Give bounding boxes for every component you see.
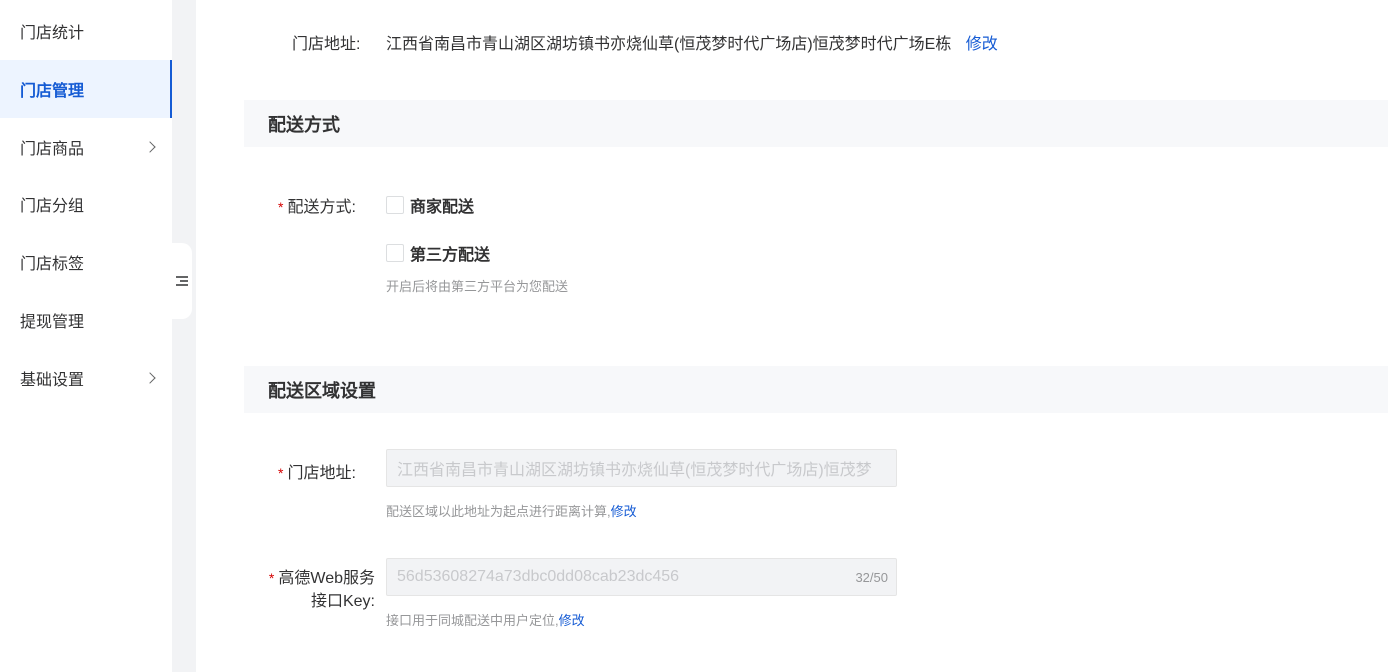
checkbox-label: 商家配送 [410, 199, 475, 216]
amap-key-label-line1: 高德Web服务 [278, 570, 375, 587]
required-marker: * [268, 570, 275, 586]
collapse-menu-icon [176, 276, 188, 286]
store-address-value: 江西省南昌市青山湖区湖坊镇书亦烧仙草(恒茂梦时代广场店)恒茂梦时代广场E栋 修改 [386, 30, 998, 54]
sidebar-nav: 门店统计 门店管理 门店商品 门店分组 门店标签 提现管理 基础设置 [0, 0, 172, 672]
edit-area-address-link[interactable]: 修改 [611, 504, 637, 519]
store-address-text: 江西省南昌市青山湖区湖坊镇书亦烧仙草(恒茂梦时代广场店)恒茂梦时代广场E栋 [386, 36, 952, 53]
area-address-input[interactable]: 江西省南昌市青山湖区湖坊镇书亦烧仙草(恒茂梦时代广场店)恒茂梦 [386, 449, 897, 487]
edit-amap-key-link[interactable]: 修改 [559, 613, 585, 628]
edit-address-link[interactable]: 修改 [966, 36, 998, 53]
delivery-help-text: 开启后将由第三方平台为您配送 [386, 279, 569, 294]
sidebar-item-label: 基础设置 [20, 372, 85, 389]
main-content: 门店地址: 江西省南昌市青山湖区湖坊镇书亦烧仙草(恒茂梦时代广场店)恒茂梦时代广… [196, 0, 1388, 672]
amap-key-label: * 高德Web服务 接口Key: [258, 567, 375, 613]
char-count: 32/50 [855, 569, 888, 585]
sidebar-item-store-tags[interactable]: 门店标签 [0, 233, 172, 291]
sidebar-item-basic-settings[interactable]: 基础设置 [0, 349, 172, 407]
area-address-help-text: 配送区域以此地址为起点进行距离计算, [386, 504, 611, 519]
chevron-right-icon [144, 141, 156, 153]
sidebar-item-label: 门店标签 [20, 256, 85, 273]
section-title: 配送方式 [268, 114, 340, 135]
area-address-label-text: 门店地址: [287, 465, 356, 482]
area-address-help: 配送区域以此地址为起点进行距离计算,修改 [386, 501, 637, 520]
delivery-area-section-header: 配送区域设置 [244, 366, 1388, 413]
sidebar-item-label: 门店分组 [20, 198, 85, 215]
sidebar-item-label: 提现管理 [20, 314, 85, 331]
amap-key-label-line2: 接口Key: [310, 593, 375, 610]
amap-key-input[interactable]: 56d53608274a73dbc0dd08cab23dc456 32/50 [386, 558, 897, 596]
required-marker: * [278, 465, 284, 481]
third-party-delivery-checkbox[interactable]: 第三方配送 [386, 241, 490, 265]
amap-key-help: 接口用于同城配送中用户定位,修改 [386, 610, 585, 629]
delivery-section-header: 配送方式 [244, 100, 1388, 147]
amap-key-help-text: 接口用于同城配送中用户定位, [386, 613, 559, 628]
merchant-delivery-checkbox[interactable]: 商家配送 [386, 193, 474, 217]
delivery-method-label-text: 配送方式: [287, 199, 356, 216]
sidebar-item-label: 门店管理 [20, 83, 85, 100]
sidebar-item-store-products[interactable]: 门店商品 [0, 118, 172, 176]
checkbox-label: 第三方配送 [410, 247, 491, 264]
sidebar-item-store-groups[interactable]: 门店分组 [0, 175, 172, 233]
sidebar-item-store-management[interactable]: 门店管理 [0, 60, 172, 118]
chevron-right-icon [144, 372, 156, 384]
delivery-method-label: * 配送方式: [278, 193, 356, 217]
area-address-input-value: 江西省南昌市青山湖区湖坊镇书亦烧仙草(恒茂梦时代广场店)恒茂梦 [397, 462, 872, 479]
area-address-label: * 门店地址: [278, 459, 356, 483]
sidebar-item-label: 门店统计 [20, 25, 85, 42]
content-gutter [172, 0, 196, 672]
sidebar-item-label: 门店商品 [20, 141, 85, 158]
checkbox-box[interactable] [386, 196, 404, 214]
section-title: 配送区域设置 [268, 380, 376, 401]
required-marker: * [278, 199, 284, 215]
sidebar-item-store-stats[interactable]: 门店统计 [0, 2, 172, 60]
checkbox-box[interactable] [386, 244, 404, 262]
sidebar-item-withdrawals[interactable]: 提现管理 [0, 291, 172, 349]
sidebar-collapse-button[interactable] [172, 243, 192, 319]
store-address-label: 门店地址: [292, 36, 361, 53]
amap-key-input-value: 56d53608274a73dbc0dd08cab23dc456 [397, 568, 680, 585]
